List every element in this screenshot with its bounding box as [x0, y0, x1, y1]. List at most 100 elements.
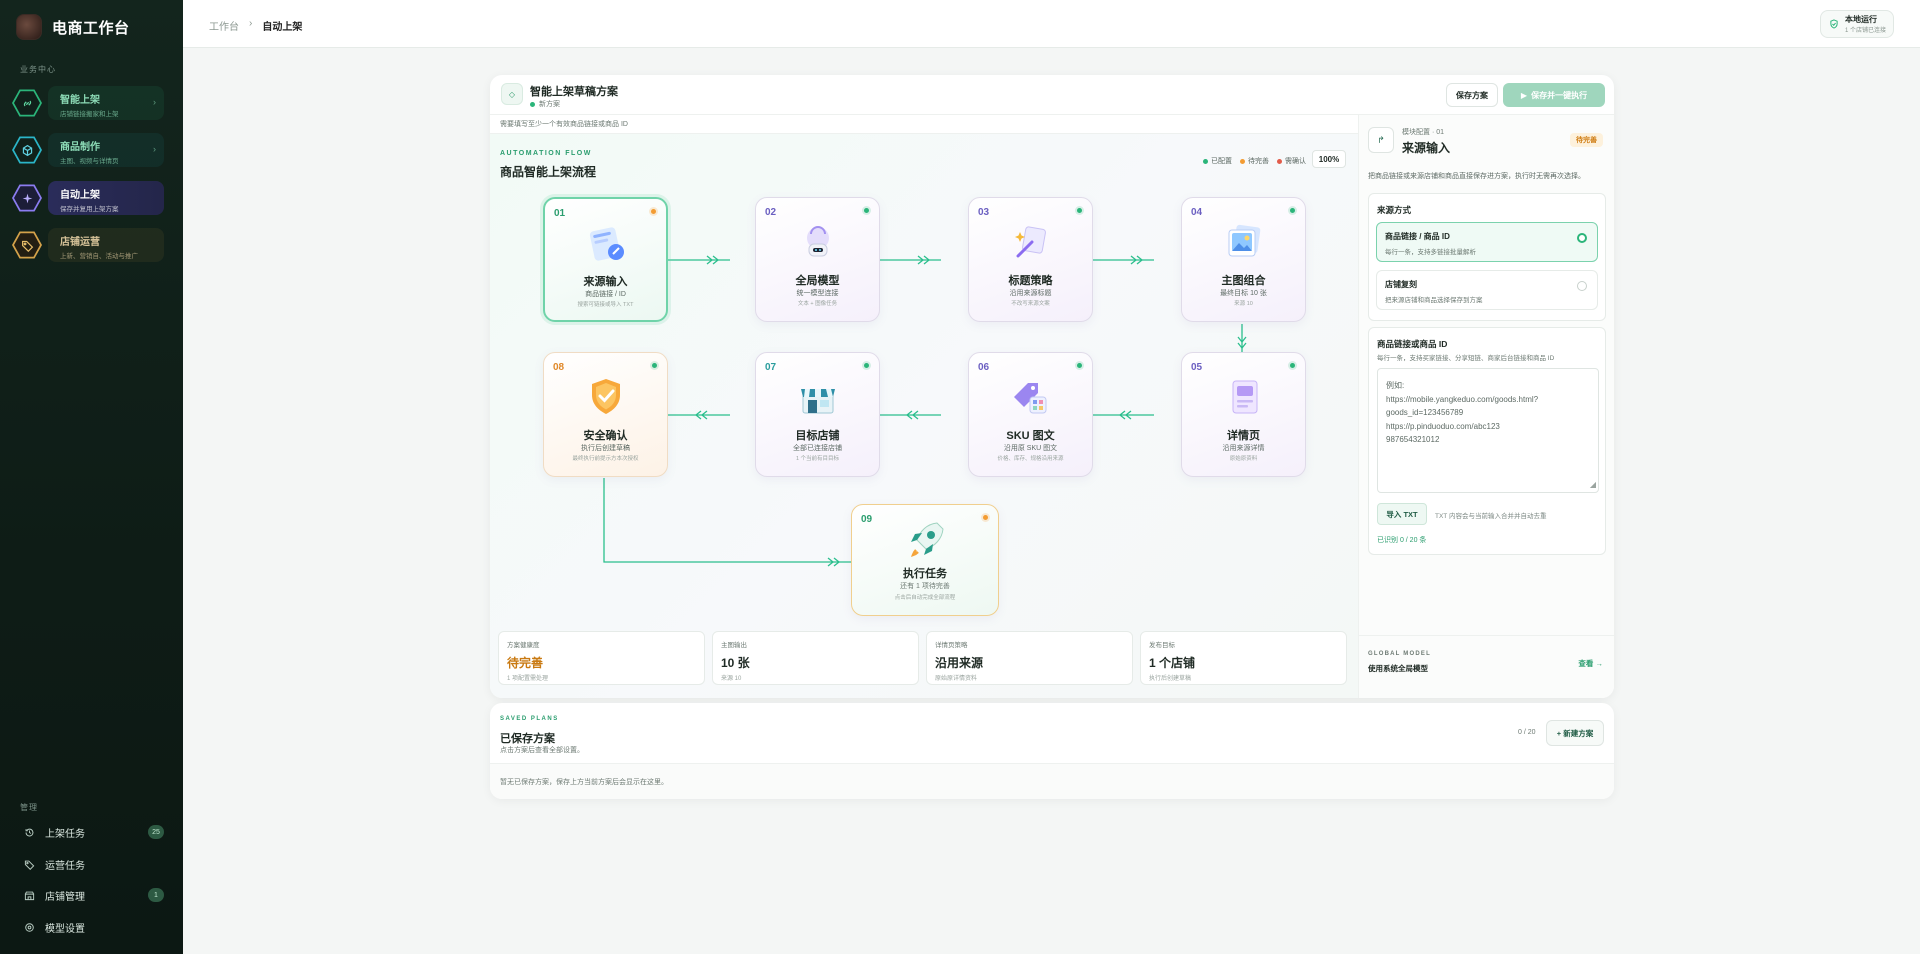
node-meta: 原始原资料	[1229, 456, 1258, 462]
node-meta: 1 个当前有目目标	[795, 456, 840, 462]
robot-icon	[807, 226, 829, 257]
flow-canvas[interactable]: AUTOMATION FLOW 商品智能上架流程 已配置 待完善 需确认 100…	[490, 133, 1358, 698]
sidebar-item-product-make[interactable]: 商品制作 主图、视频与详情页 ›	[12, 131, 164, 169]
flow-node-main-images[interactable]: 04 主图组合 最终目标 10 张 来源 10	[1181, 197, 1306, 322]
stat-main-images: 主图输出 10 张 来源 10	[712, 631, 919, 685]
storefront-icon	[801, 389, 835, 414]
chevron-right-icon: ›	[153, 144, 156, 154]
flow-node-sku[interactable]: 06 SKU 图文 沿用原 SKU 图文 价格、库存、规格沿用来源	[968, 352, 1093, 477]
node-meta: 搜索可链接或导入 TXT	[577, 302, 634, 308]
save-plan-button[interactable]: 保存方案	[1446, 83, 1498, 107]
stat-key: 发布目标	[1149, 642, 1175, 649]
stat-value: 1 个店铺	[1149, 656, 1196, 670]
source-mode-title: 来源方式	[1377, 205, 1412, 215]
breadcrumb-root[interactable]: 工作台	[209, 18, 239, 33]
flow-node-source-input[interactable]: 01 来源输入 商品链接 / ID 搜索可链接或导入 TXT	[543, 197, 668, 322]
sidebar-item-label: 店铺管理	[45, 891, 85, 903]
sidebar-item-store-ops[interactable]: 店铺运营 上新、营销自、活动与推广	[12, 226, 164, 264]
sidebar-item-listing-tasks[interactable]: 上架任务 25	[24, 823, 164, 841]
plan-header: ◇ 智能上架草稿方案 新方案 保存方案 ▶ 保存并一键执行	[490, 75, 1614, 115]
status-dot	[1077, 363, 1082, 368]
source-mode-box: 来源方式 商品链接 / 商品 ID 每行一条，支持多链接批量解析 店铺复刻 把来…	[1368, 193, 1606, 321]
node-number: 07	[765, 362, 777, 373]
plan-status: 新方案	[530, 99, 560, 109]
status-dot	[983, 515, 988, 520]
product-links-textarea[interactable]: 例如: https://mobile.yangkeduo.com/goods.h…	[1377, 368, 1599, 493]
links-title: 商品链接或商品 ID	[1377, 339, 1448, 349]
node-number: 04	[1191, 207, 1203, 218]
node-number: 03	[978, 207, 990, 218]
view-global-model-link[interactable]: 查看 →	[1578, 658, 1603, 669]
placeholder-line: https://p.pinduoduo.com/abc123	[1386, 421, 1500, 431]
gear-icon	[25, 922, 34, 932]
placeholder-line: https://mobile.yangkeduo.com/goods.html?	[1386, 394, 1539, 404]
sidebar-item-ops-tasks[interactable]: 运营任务	[24, 855, 164, 873]
node-title: 来源输入	[583, 276, 628, 288]
stat-hint: 原始原详情资料	[935, 676, 978, 682]
node-sub: 沿用来源详情	[1222, 445, 1265, 452]
zoom-level[interactable]: 100%	[1312, 150, 1346, 168]
node-sub: 全部已连接店铺	[793, 445, 842, 452]
tag-icon	[24, 860, 35, 870]
stat-key: 方案健康度	[507, 642, 540, 649]
section-label-business: 业务中心	[20, 65, 56, 74]
flow-node-safety-confirm[interactable]: 08 安全确认 执行后创建草稿 最终执行前提示方本次授权	[543, 352, 668, 477]
flow-node-execute[interactable]: 09 执行任务 还有 1 项待完善 点击后自动完成全部流程	[851, 504, 999, 616]
saved-empty-state: 暂无已保存方案，保存上方当前方案后会显示在这里。	[490, 763, 1614, 799]
document-icon	[1232, 380, 1258, 414]
plan-editor-card: ◇ 智能上架草稿方案 新方案 保存方案 ▶ 保存并一键执行 需要填写至少一个有效…	[490, 75, 1614, 698]
option-title: 店铺复刻	[1385, 280, 1417, 289]
saved-sub: 点击方案后查看全部设置。	[500, 747, 584, 754]
topbar: 工作台 › 自动上架 本地运行 1 个店铺已连接	[183, 0, 1920, 48]
shield-check-icon	[1830, 19, 1838, 29]
node-meta: 来源 10	[1234, 301, 1253, 307]
radio-unselected[interactable]	[1577, 281, 1587, 291]
sidebar-item-label: 上架任务	[45, 828, 85, 840]
save-and-run-button[interactable]: ▶ 保存并一键执行	[1503, 83, 1605, 107]
new-plan-button[interactable]: + 新建方案	[1546, 720, 1604, 746]
save-and-run-label: 保存并一键执行	[1531, 90, 1588, 100]
tag-icon	[12, 231, 42, 259]
stat-value: 待完善	[507, 656, 544, 670]
flow-node-target-store[interactable]: 07 目标店铺 全部已连接店铺 1 个当前有目目标	[755, 352, 880, 477]
local-run-status[interactable]: 本地运行 1 个店铺已连接	[1820, 10, 1894, 38]
flow-node-title-strategy[interactable]: 03 标题策略 沿用来源标题 不改写来源文案	[968, 197, 1093, 322]
product-links-box: 商品链接或商品 ID 每行一条，支持买家链接、分享短链、商家后台链接和商品 ID…	[1368, 327, 1606, 555]
status-dot	[530, 101, 535, 107]
resize-handle-icon[interactable]: ◢	[1590, 478, 1596, 492]
import-txt-button[interactable]: 导入 TXT	[1377, 503, 1427, 525]
node-sub: 沿用原 SKU 图文	[1003, 445, 1058, 452]
breadcrumb: 工作台 › 自动上架	[209, 18, 302, 33]
module-config-panel: ↱ 模块配置 · 01 来源输入 待完善 把商品链接或来源店铺和商品直接保存进方…	[1358, 115, 1614, 698]
node-sub: 沿用来源标题	[1009, 290, 1052, 297]
status-dot	[1290, 208, 1295, 213]
flow-node-global-model[interactable]: 02 全局模型 统一模型连接 文本 + 图像任务	[755, 197, 880, 322]
diamond-icon: ◇	[501, 83, 523, 105]
links-sub: 每行一条，支持买家链接、分享短链、商家后台链接和商品 ID	[1377, 355, 1555, 362]
node-number: 06	[978, 362, 990, 373]
brand[interactable]: 电商工作台	[16, 14, 130, 40]
flow-node-detail-page[interactable]: 05 详情页 沿用来源详情 原始原资料	[1181, 352, 1306, 477]
status-dot	[652, 363, 657, 368]
node-number: 05	[1191, 362, 1203, 373]
sidebar-item-sub: 店铺链接搬家和上架	[60, 111, 119, 118]
sparkle-icon	[12, 184, 42, 212]
node-sub: 执行后创建草稿	[581, 445, 630, 452]
history-icon	[25, 828, 34, 836]
brand-title: 电商工作台	[52, 19, 130, 37]
sidebar-item-model-settings[interactable]: 模型设置	[24, 918, 164, 936]
radio-selected[interactable]	[1577, 233, 1587, 243]
status-dot	[864, 208, 869, 213]
sidebar-item-store-manage[interactable]: 店铺管理 1	[24, 886, 164, 904]
sidebar-item-smart-listing[interactable]: 智能上架 店铺链接搬家和上架 ›	[12, 84, 164, 122]
sidebar-item-auto-listing[interactable]: 自动上架 保存并复用上架方案	[12, 179, 164, 217]
node-number: 08	[553, 362, 565, 373]
node-number: 01	[554, 208, 566, 219]
option-product-link[interactable]: 商品链接 / 商品 ID 每行一条，支持多链接批量解析	[1376, 222, 1598, 262]
pending-badge: 待完善	[1570, 133, 1603, 147]
sidebar-item-sub: 主图、视频与详情页	[60, 158, 119, 165]
node-number: 02	[765, 207, 777, 218]
plan-title[interactable]: 智能上架草稿方案	[530, 83, 618, 99]
saved-kicker: SAVED PLANS	[500, 716, 559, 722]
option-store-clone[interactable]: 店铺复刻 把来源店铺和商品选择保存到方案	[1376, 270, 1598, 310]
